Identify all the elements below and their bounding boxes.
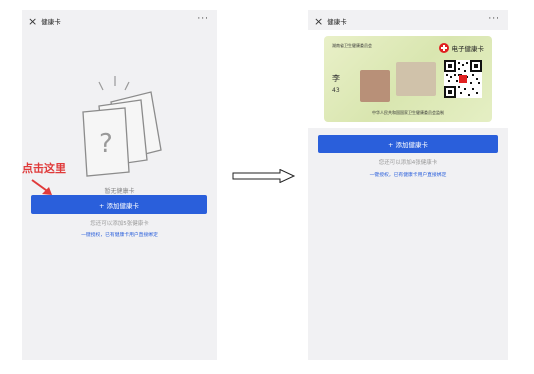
photo-overlay xyxy=(396,62,436,96)
electronic-health-card[interactable]: 湖南省卫生健康委员会 电子健康卡 李 43 中华人民共和国国家卫生健康委员会监制 xyxy=(324,36,492,122)
svg-text:?: ? xyxy=(99,129,113,159)
holder-name: 李 xyxy=(332,74,340,83)
right-screen: × 健康卡 ··· 湖南省卫生健康委员会 电子健康卡 李 43 中华人民共和国国… xyxy=(308,10,508,360)
close-icon[interactable]: × xyxy=(28,15,37,28)
page-title: 健康卡 xyxy=(41,18,61,26)
card-area: 湖南省卫生健康委员会 电子健康卡 李 43 中华人民共和国国家卫生健康委员会监制 xyxy=(308,30,508,128)
remaining-cards-hint: 您还可以添加4张健康卡 xyxy=(378,160,438,166)
more-icon[interactable]: ··· xyxy=(197,14,209,24)
red-cross-icon xyxy=(438,43,449,53)
card-title: 电子健康卡 xyxy=(438,43,485,53)
authorize-bind-link[interactable]: 一键授权，已有健康卡用户直接绑定 xyxy=(22,231,217,238)
card-title-text: 电子健康卡 xyxy=(451,45,485,53)
qr-code-icon xyxy=(444,60,482,98)
card-ministry: 中华人民共和国国家卫生健康委员会监制 xyxy=(372,110,444,115)
photo-overlay xyxy=(360,70,390,102)
more-icon[interactable]: ··· xyxy=(488,14,500,24)
annotation-arrow-icon xyxy=(31,179,52,195)
empty-cards-illustration: ? xyxy=(82,76,162,177)
page-title: 健康卡 xyxy=(327,18,347,26)
right-arrow-icon xyxy=(232,169,296,183)
top-bar: × 健康卡 xyxy=(308,10,508,32)
remaining-cards-hint: 您还可以添加5张健康卡 xyxy=(90,221,149,227)
add-health-card-button[interactable]: + 添加健康卡 xyxy=(31,195,207,214)
card-issuer: 湖南省卫生健康委员会 xyxy=(332,43,372,48)
holder-id: 43 xyxy=(332,87,340,94)
authorize-bind-link[interactable]: 一键授权，已有健康卡用户直接绑定 xyxy=(308,171,508,178)
add-health-card-button[interactable]: + 添加健康卡 xyxy=(318,135,498,153)
top-bar: × 健康卡 xyxy=(22,10,217,32)
click-here-annotation: 点击这里 xyxy=(22,162,66,175)
close-icon[interactable]: × xyxy=(314,15,323,28)
